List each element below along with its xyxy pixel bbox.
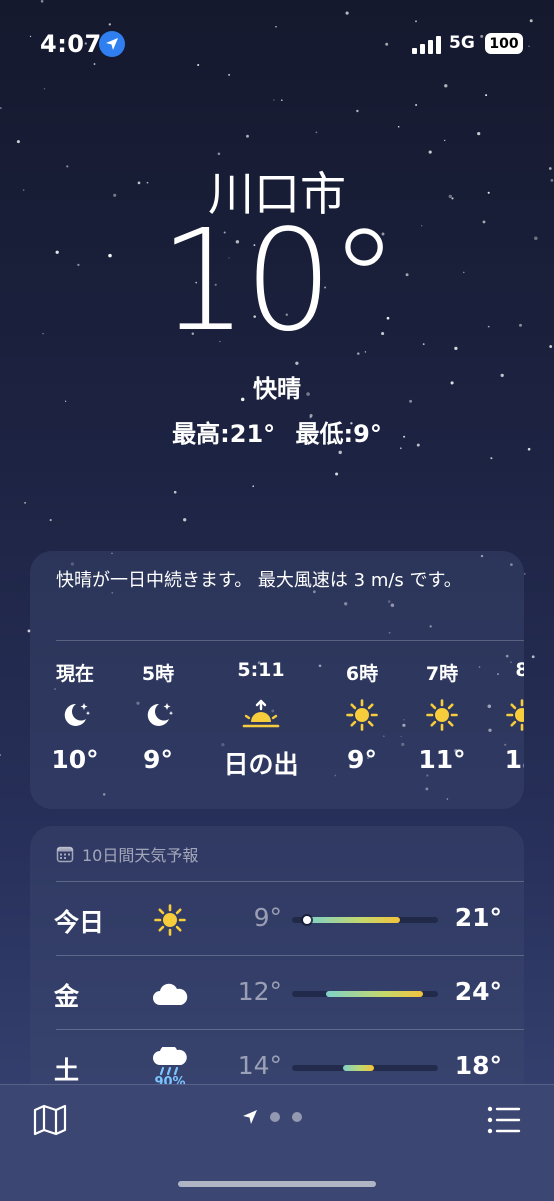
page-dot[interactable] <box>292 1112 302 1122</box>
hour-label: 8 <box>515 659 524 681</box>
hour-value: 11° <box>418 745 466 774</box>
temp-range-track <box>292 1065 438 1071</box>
cellular-signal-icon <box>412 36 442 54</box>
day-label: 今日 <box>54 908 105 937</box>
low-temp: 最低:9° <box>295 420 382 448</box>
location-arrow-icon <box>99 31 125 57</box>
list-icon[interactable] <box>486 1103 522 1137</box>
day-row[interactable]: 今日 9° 21° <box>30 883 524 956</box>
low-temp: 9° <box>253 903 282 932</box>
hourly-item: 6時 9° <box>317 659 407 774</box>
ten-day-forecast-card[interactable]: 10日間天気予報 今日 9° 21° 金 12° 24° 土 90% 14° 18° <box>30 826 524 1116</box>
low-temp: 14° <box>237 1051 282 1080</box>
weather-condition: 快晴 <box>253 375 301 403</box>
divider <box>56 640 524 641</box>
high-temp: 24° <box>454 977 502 1006</box>
network-type: 5G <box>449 33 475 53</box>
current-temp-marker <box>302 916 311 924</box>
sunrise-icon <box>216 685 306 745</box>
hourly-item: 7時 11° <box>397 659 487 774</box>
page-indicator[interactable] <box>242 1109 302 1125</box>
hour-value: 9° <box>347 745 377 774</box>
hourly-item: 8 13 <box>477 659 524 774</box>
hour-value: 13 <box>504 745 524 774</box>
current-temperature: 10° <box>158 200 399 363</box>
sun-icon <box>148 895 192 945</box>
hour-label: 5:11 <box>237 659 285 681</box>
moon-stars-icon <box>30 685 120 745</box>
page-dot[interactable] <box>270 1112 280 1122</box>
battery-icon: 100 <box>485 33 523 54</box>
high-temp: 21° <box>454 903 502 932</box>
hour-label: 現在 <box>55 663 94 685</box>
hourly-item: 5時 9° <box>113 659 203 774</box>
high-low: 最高:21° 最低:9° <box>0 414 554 449</box>
home-indicator[interactable] <box>178 1181 376 1187</box>
high-temp: 18° <box>454 1051 502 1080</box>
sun-icon <box>477 685 524 745</box>
hour-value: 日の出 <box>223 750 299 779</box>
bottom-toolbar <box>0 1084 554 1201</box>
calendar-icon <box>56 846 74 863</box>
day-label: 土 <box>54 1056 80 1085</box>
hourly-forecast-card[interactable]: 快晴が一日中続きます。 最大風速は 3 m/s です。 現在 10° 5時 9° 5… <box>30 551 524 809</box>
cloud-icon <box>148 969 192 1019</box>
low-temp: 12° <box>237 977 282 1006</box>
hour-label: 7時 <box>425 663 459 685</box>
sun-icon <box>317 685 407 745</box>
temp-range-bar <box>306 917 401 923</box>
temp-range-bar <box>325 991 424 997</box>
hourly-item: 現在 10° <box>30 659 120 774</box>
divider <box>56 955 524 956</box>
high-temp: 最高:21° <box>172 420 276 448</box>
hour-label: 6時 <box>345 663 379 685</box>
hourly-list[interactable]: 現在 10°5時 9°5:11 日の出6時 9°7時 11°8 13 <box>30 659 524 799</box>
moon-stars-icon <box>113 685 203 745</box>
divider <box>56 1029 524 1030</box>
ten-day-title: 10日間天気予報 <box>82 846 199 865</box>
hourly-item: 5:11 日の出 <box>216 659 306 781</box>
day-label: 金 <box>54 982 80 1011</box>
temp-range-track <box>292 916 438 924</box>
day-row[interactable]: 金 12° 24° <box>30 957 524 1030</box>
hour-value: 10° <box>51 745 99 774</box>
map-icon[interactable] <box>32 1103 68 1137</box>
status-bar: 4:07 5G 100 <box>0 0 554 90</box>
hour-label: 5時 <box>141 663 175 685</box>
current-location-page-icon[interactable] <box>242 1109 258 1125</box>
sun-icon <box>397 685 487 745</box>
hour-value: 9° <box>143 745 173 774</box>
temp-range-track <box>292 991 438 997</box>
forecast-summary: 快晴が一日中続きます。 最大風速は 3 m/s です。 <box>56 570 462 591</box>
clock: 4:07 <box>40 30 102 58</box>
ten-day-header: 10日間天気予報 <box>56 842 198 866</box>
temp-range-bar <box>343 1065 374 1071</box>
divider <box>56 881 524 882</box>
